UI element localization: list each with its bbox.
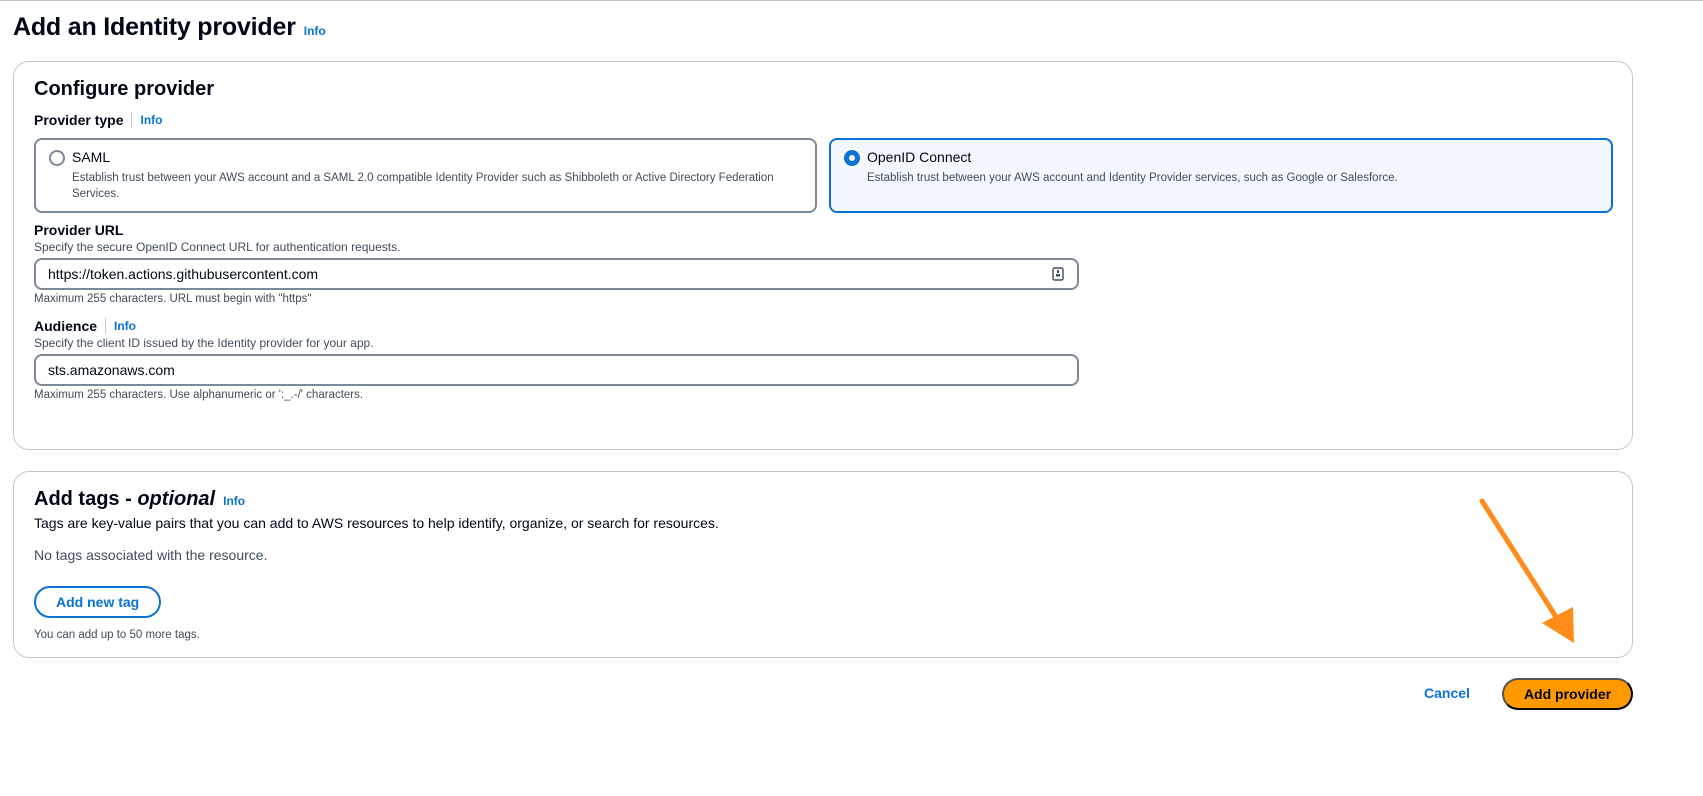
add-tags-heading: Add tags - optional Info [34, 488, 245, 511]
provider-type-label-text: Provider type [34, 112, 124, 128]
openid-connect-radio[interactable] [844, 150, 860, 166]
provider-url-value: https://token.actions.githubusercontent.… [48, 266, 319, 282]
add-tags-heading-text: Add tags - [34, 488, 138, 510]
add-new-tag-button[interactable]: Add new tag [34, 586, 162, 618]
audience-info-link[interactable]: Info [114, 319, 136, 333]
provider-type-label: Provider type Info [34, 112, 162, 128]
provider-url-label-text: Provider URL [34, 222, 124, 238]
openid-connect-option-description: Establish trust between your AWS account… [867, 172, 1398, 184]
tags-limit-hint: You can add up to 50 more tags. [34, 629, 200, 641]
page-info-link[interactable]: Info [304, 24, 326, 38]
audience-label-text: Audience [34, 318, 98, 334]
label-separator [131, 112, 133, 128]
audience-label: Audience Info [34, 318, 136, 334]
provider-url-description: Specify the secure OpenID Connect URL fo… [34, 240, 401, 254]
provider-url-input[interactable]: https://token.actions.githubusercontent.… [34, 258, 1079, 290]
provider-type-info-link[interactable]: Info [140, 113, 162, 127]
add-tags-description: Tags are key-value pairs that you can ad… [34, 515, 719, 531]
provider-url-label: Provider URL [34, 222, 123, 238]
top-divider [0, 0, 1703, 1]
add-tags-panel: Add tags - optional Info Tags are key-va… [13, 471, 1633, 658]
page-header: Add an Identity provider Info [13, 13, 326, 42]
arrow-pointing-icon [1479, 498, 1574, 643]
add-tags-optional-text: optional [137, 488, 216, 510]
page-title: Add an Identity provider [13, 13, 296, 41]
provider-type-option-saml[interactable]: SAML Establish trust between your AWS ac… [34, 138, 817, 213]
provider-url-hint: Maximum 255 characters. URL must begin w… [34, 293, 312, 305]
provider-type-option-openid-connect[interactable]: OpenID Connect Establish trust between y… [829, 138, 1613, 213]
clipboard-icon[interactable] [1051, 266, 1065, 282]
saml-option-description: Establish trust between your AWS account… [72, 172, 774, 200]
cancel-button[interactable]: Cancel [1424, 685, 1470, 701]
audience-input[interactable]: sts.amazonaws.com [34, 354, 1079, 386]
configure-provider-panel: Configure provider Provider type Info SA… [13, 61, 1633, 450]
audience-description: Specify the client ID issued by the Iden… [34, 336, 374, 350]
label-separator [105, 318, 107, 334]
add-provider-button[interactable]: Add provider [1502, 678, 1633, 710]
saml-option-title: SAML [72, 149, 111, 165]
add-tags-info-link[interactable]: Info [223, 494, 245, 508]
saml-radio[interactable] [49, 150, 65, 166]
configure-provider-heading: Configure provider [34, 78, 215, 100]
openid-connect-option-title: OpenID Connect [867, 149, 972, 165]
no-tags-message: No tags associated with the resource. [34, 547, 268, 563]
audience-value: sts.amazonaws.com [48, 362, 175, 378]
audience-hint: Maximum 255 characters. Use alphanumeric… [34, 389, 364, 401]
